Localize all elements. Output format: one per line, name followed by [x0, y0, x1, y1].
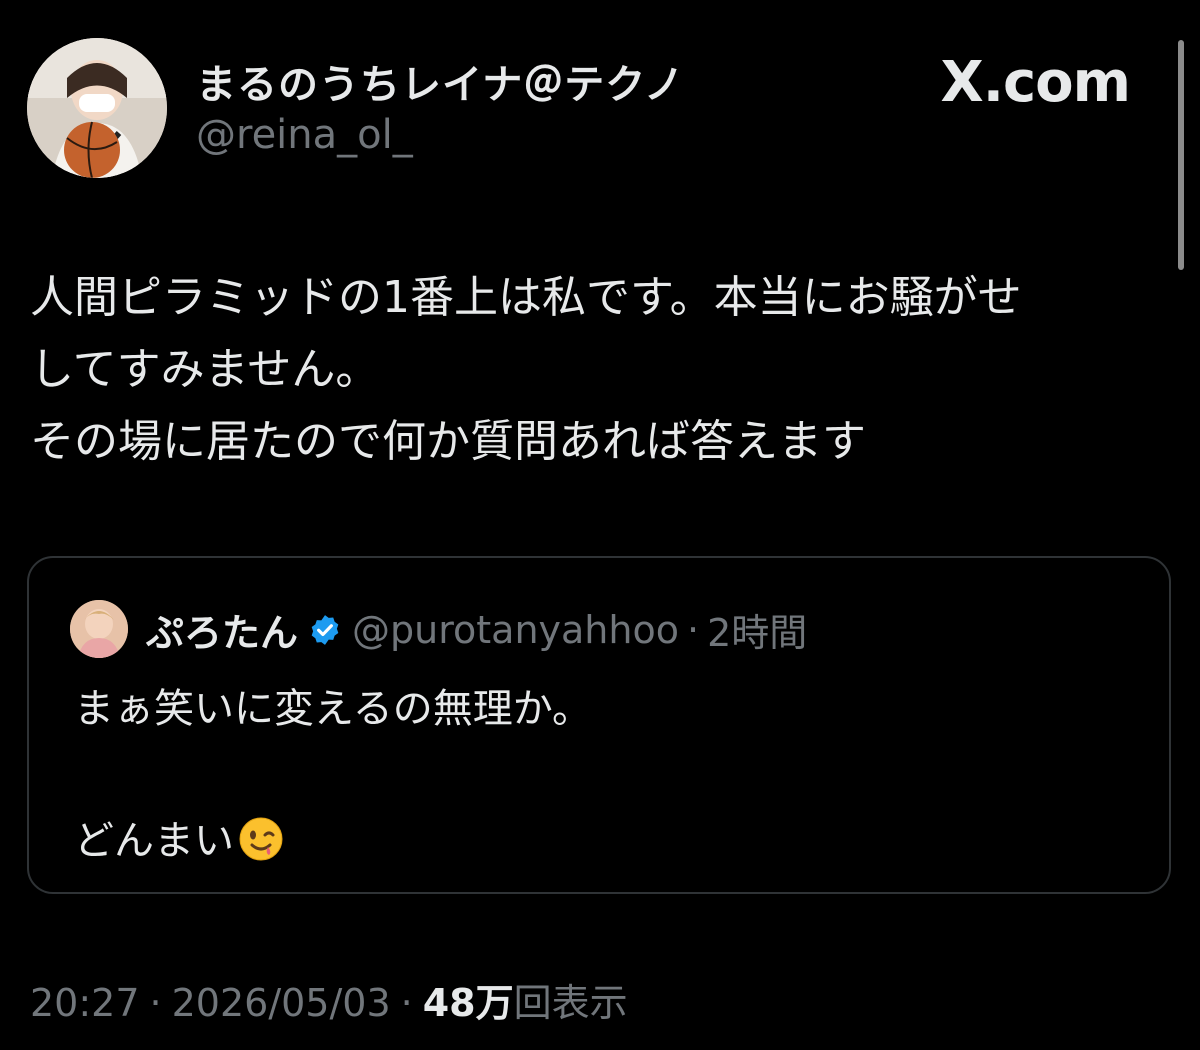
tweet-time[interactable]: 20:27 — [30, 981, 140, 1025]
view-label: 回表示 — [513, 981, 628, 1025]
quoted-text-line: どんまい — [74, 808, 592, 874]
quoted-tweet-header: ぷろたん @purotanyahhoo · 2時間 — [146, 602, 807, 657]
quoted-author-handle[interactable]: @purotanyahhoo — [352, 608, 679, 652]
winking-face-icon — [239, 817, 283, 861]
dot-separator: · — [149, 981, 162, 1025]
dot-separator: · — [400, 981, 413, 1025]
tweet-text-line: その場に居たので何か質問あれば答えます — [30, 416, 866, 467]
tweet-text: 人間ピラミッドの1番上は私です。本当にお騒がせ してすみません。 その場に居たの… — [30, 262, 1170, 478]
quoted-author-name[interactable]: ぷろたん — [146, 602, 298, 657]
tweet-text-line: 人間ピラミッドの1番上は私です。本当にお騒がせ — [30, 272, 1022, 323]
verified-badge-icon — [311, 614, 339, 645]
tweet-date[interactable]: 2026/05/03 — [172, 981, 391, 1025]
quoted-tweet-card[interactable]: ぷろたん @purotanyahhoo · 2時間 まぁ笑いに変えるの無理か。 … — [27, 556, 1171, 894]
quoted-tweet-text: まぁ笑いに変えるの無理か。 どんまい — [74, 676, 592, 874]
author-avatar[interactable] — [27, 38, 167, 178]
author-handle[interactable]: @reina_ol_ — [196, 112, 413, 158]
view-count[interactable]: 48万 — [423, 981, 514, 1025]
author-display-name[interactable]: まるのうちレイナ＠テクノ — [196, 52, 685, 110]
tweet-meta: 20:27 · 2026/05/03 · 48万回表示 — [30, 972, 628, 1027]
avatar-photo — [27, 38, 167, 178]
quoted-text-span: どんまい — [74, 818, 234, 864]
x-com-logo: X.com — [940, 50, 1131, 115]
quoted-avatar-photo — [70, 600, 128, 658]
tweet-text-line: してすみません。 — [30, 344, 380, 395]
dot-separator: · — [686, 607, 700, 652]
quoted-author-avatar[interactable] — [70, 600, 128, 658]
scrollbar[interactable] — [1178, 40, 1184, 270]
tweet: まるのうちレイナ＠テクノ @reina_ol_ X.com 人間ピラミッドの1番… — [0, 0, 1200, 1050]
quoted-text-line: まぁ笑いに変えるの無理か。 — [74, 686, 592, 732]
quoted-tweet-time[interactable]: 2時間 — [707, 602, 807, 657]
